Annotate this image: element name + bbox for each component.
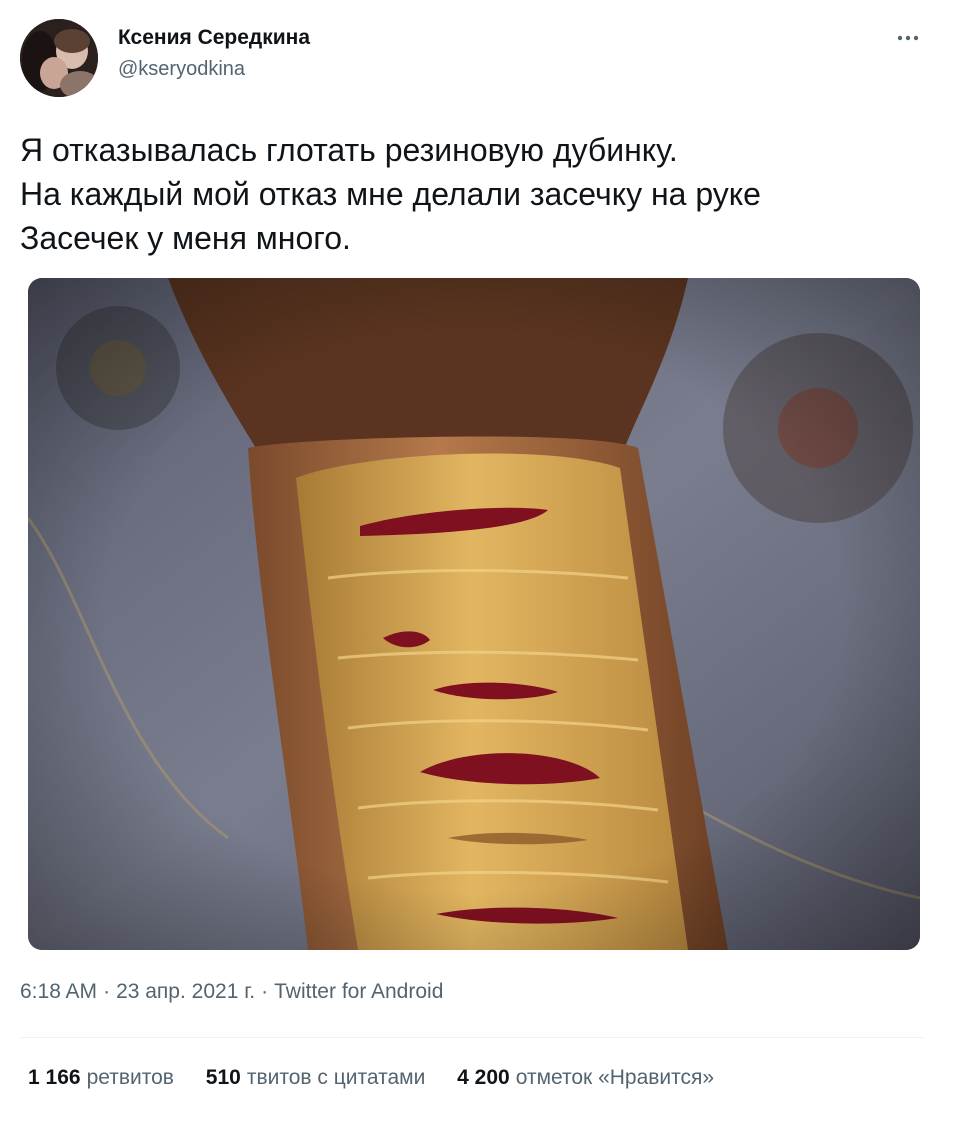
divider <box>20 1037 925 1038</box>
likes-count: 4 200 <box>457 1066 510 1089</box>
tweet: Ксения Середкина @kseryodkina Я отказыва… <box>0 0 953 1121</box>
likes-stat[interactable]: 4 200 отметок «Нравится» <box>457 1066 714 1090</box>
quote-tweets-count: 510 <box>205 1066 241 1089</box>
avatar[interactable] <box>20 19 98 97</box>
tweet-text: Я отказывалась глотать резиновую дубинку… <box>20 128 920 260</box>
tweet-meta: 6:18 AM · 23 апр. 2021 г. · Twitter for Andr… <box>20 980 443 1004</box>
retweets-stat[interactable]: 1 166 ретвитов <box>28 1066 174 1090</box>
tweet-date[interactable]: 23 апр. 2021 г. <box>116 980 255 1004</box>
meta-separator: · <box>103 980 111 1003</box>
tweet-time[interactable]: 6:18 AM <box>20 980 97 1004</box>
author-handle[interactable]: @kseryodkina <box>118 58 245 81</box>
tweet-photo[interactable] <box>28 278 920 950</box>
quote-tweets-stat[interactable]: 510 твитов с цитатами <box>206 1066 426 1090</box>
author-name[interactable]: Ксения Середкина <box>118 26 310 50</box>
quote-tweets-label: твитов с цитатами <box>246 1066 426 1089</box>
likes-label: отметок «Нравится» <box>515 1066 715 1089</box>
tweet-text-line: Я отказывалась глотать резиновую дубинку… <box>20 132 678 168</box>
retweets-label: ретвитов <box>86 1066 174 1089</box>
tweet-text-line: На каждый мой отказ мне делали засечку н… <box>20 176 761 212</box>
retweets-count: 1 166 <box>28 1066 81 1089</box>
more-horizontal-icon[interactable] <box>893 26 923 50</box>
tweet-source[interactable]: Twitter for Android <box>274 980 443 1004</box>
meta-separator: · <box>261 980 269 1003</box>
tweet-stats: 1 166 ретвитов 510 твитов с цитатами 4 200… <box>28 1066 740 1090</box>
tweet-text-line: Засечек у меня много. <box>20 220 351 256</box>
